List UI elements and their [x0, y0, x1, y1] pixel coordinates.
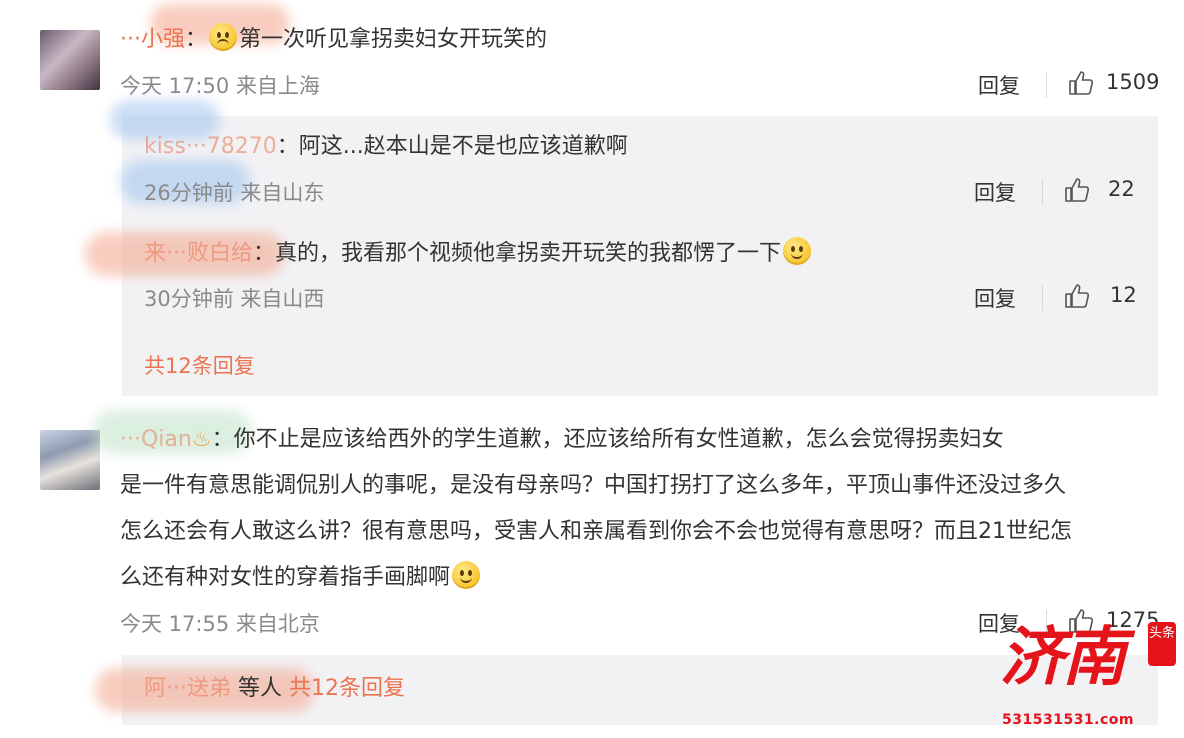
comment-text: 第一次听见拿拐卖妇女开玩笑的: [239, 27, 548, 52]
location: 来自北京: [235, 612, 320, 636]
like-count: 1509: [1106, 70, 1160, 94]
reply-text: 阿这...赵本山是不是也应该道歉啊: [298, 134, 628, 159]
more-replies-link[interactable]: 共12条回复: [289, 676, 405, 701]
timestamp: 26分钟前: [144, 181, 234, 205]
username-link[interactable]: kiss···78270: [144, 134, 277, 159]
comment-text-line: 是一件有意思能调侃别人的事呢，是没有母亲吗？中国打拐打了这么多年，平顶山事件还没…: [120, 473, 1067, 498]
reply-text: 真的，我看那个视频他拿拐卖开玩笑的我都愣了一下: [275, 241, 782, 266]
comment-text-line: 么还有种对女性的穿着指手画脚啊: [120, 561, 482, 595]
username-link[interactable]: 阿···送弟: [144, 676, 231, 701]
smirk-emoji-icon: [783, 237, 812, 265]
sad-emoji-icon: [209, 23, 237, 51]
more-replies-link[interactable]: 共12条回复: [144, 350, 255, 380]
username-link[interactable]: 来···败白给: [144, 241, 253, 266]
reply-body: kiss···78270：阿这...赵本山是不是也应该道歉啊: [144, 134, 628, 159]
like-count: 12: [1110, 283, 1137, 307]
watermark-badge: 头条: [1148, 622, 1176, 666]
comment-body: ​···小强：第一次听见拿拐卖妇女开玩笑的: [120, 23, 547, 57]
location: 来自上海: [235, 74, 320, 98]
watermark-url: 531531531.com: [1002, 712, 1134, 728]
like-count: 22: [1108, 177, 1135, 201]
avatar[interactable]: [40, 430, 100, 490]
avatar[interactable]: [40, 30, 100, 90]
reply-summary-suffix: 等人: [237, 676, 282, 701]
smile-emoji-icon: [452, 561, 481, 589]
comment-text-line: 怎么还会有人敢这么讲？很有意思吗，受害人和亲属看到你会不会也觉得有意思呀？而且2…: [120, 519, 1072, 544]
reply-meta: 30分钟前 来自山西: [144, 283, 324, 313]
location: 来自山东: [240, 181, 325, 205]
divider: [1046, 72, 1047, 98]
reply-button[interactable]: 回复: [978, 70, 1020, 100]
reply-body: 来···败白给：真的，我看那个视频他拿拐卖开玩笑的我都愣了一下: [144, 237, 813, 271]
thumbs-up-icon[interactable]: [1064, 283, 1090, 309]
comment-text: 你不止是应该给西外的学生道歉，还应该给所有女性道歉，怎么会觉得拐卖妇女: [233, 427, 1004, 452]
reply-summary-text: 阿···送弟 等人 共12条回复: [144, 672, 405, 706]
divider: [1042, 179, 1043, 205]
username-link[interactable]: ···Qian: [120, 427, 192, 452]
comment-meta: 今天 17:50 来自上海: [120, 70, 320, 100]
divider: [1042, 285, 1043, 311]
watermark-logo-text: 济南: [1000, 620, 1126, 695]
timestamp: 30分钟前: [144, 287, 234, 311]
username-link[interactable]: ​···小强: [120, 27, 185, 52]
comment-body: ···Qian♨：你不止是应该给西外的学生道歉，还应该给所有女性道歉，怎么会觉得…: [120, 427, 1004, 452]
reply-meta: 26分钟前 来自山东: [144, 177, 324, 207]
comment-meta: 今天 17:55 来自北京: [120, 608, 320, 638]
thumbs-up-icon[interactable]: [1064, 177, 1090, 203]
watermark-logo: 济南 头条 531531531.com: [1000, 618, 1180, 738]
thumbs-up-icon[interactable]: [1068, 70, 1094, 96]
timestamp: 今天 17:50: [120, 74, 230, 98]
timestamp: 今天 17:55: [120, 612, 230, 636]
location: 来自山西: [240, 287, 325, 311]
reply-button[interactable]: 回复: [974, 283, 1016, 313]
reply-button[interactable]: 回复: [974, 177, 1016, 207]
badge-icon: ♨: [191, 427, 212, 452]
